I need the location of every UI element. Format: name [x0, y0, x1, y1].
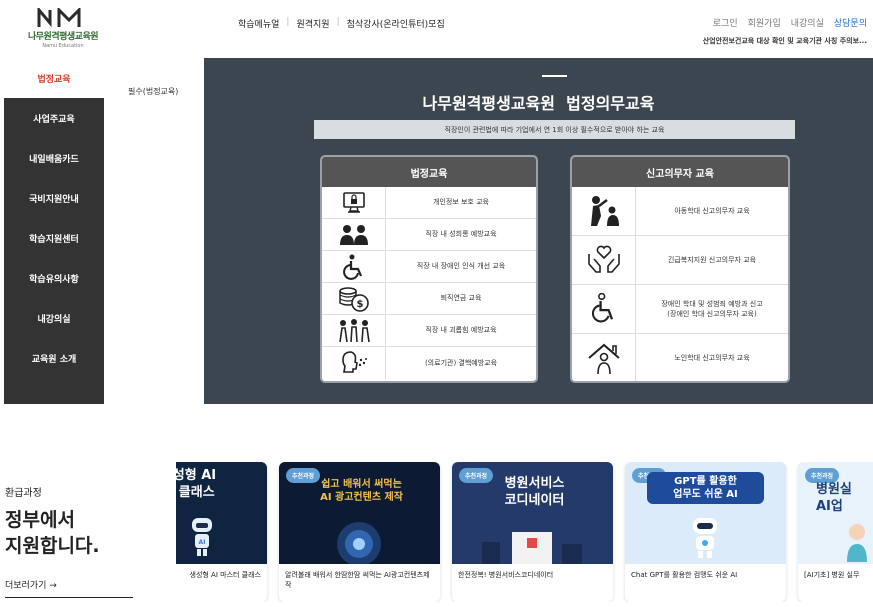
sidebar-item-learning-center[interactable]: 학습지원센터 — [4, 218, 104, 258]
main-title: 나무원격평생교육원 법정의무교육 — [422, 94, 655, 113]
report-row-elder[interactable]: 노인학대 신고의무자 교육 — [572, 334, 788, 381]
sub-nav-item-required[interactable]: 필수(법정교육) — [128, 86, 178, 97]
course-card-title: 생성형 AI 마스터 클래스 — [189, 571, 262, 579]
course-card[interactable]: 추천과정 병원서비스 코디네이터 한전정복! 병원서비스코디네이터 — [452, 462, 613, 602]
sidebar-item-gov-support[interactable]: 국비지원안내 — [4, 178, 104, 218]
course-card-headline: 쉽고 배워서 써먹는 AI 광고컨텐츠 제작 — [320, 479, 403, 503]
sidebar: 법정교육 사업주교육 내일배움카드 국비지원안내 학습지원센터 학습유의사항 내… — [4, 58, 104, 404]
nav-separator: | — [336, 17, 340, 27]
course-card-image: 추천과정 병원실 AI업 — [798, 462, 873, 564]
sidebar-item-my-classroom[interactable]: 내강의실 — [4, 298, 104, 338]
promo-kicker: 환급과정 — [5, 488, 42, 499]
logo[interactable]: 나무원격평생교육원 Namu Education — [18, 8, 108, 49]
sidebar-item-notes[interactable]: 학습유의사항 — [4, 258, 104, 298]
robot-icon — [693, 518, 717, 558]
logo-mark-icon — [37, 8, 81, 28]
legal-row-privacy[interactable]: 개인정보 보호 교육 — [322, 187, 536, 219]
course-card-image: 추천과정 쉽고 배워서 써먹는 AI 광고컨텐츠 제작 — [279, 462, 440, 564]
legal-education-box: 법정교육 개인정보 보호 교육 직장 내 성희롱 예방교육 직장 내 장애인 인… — [320, 155, 538, 383]
robot-icon: AI — [192, 518, 212, 556]
legal-row-label: 직장 내 성희롱 예방교육 — [425, 230, 497, 239]
course-card-image: 추천과정 GPT를 활용한 업무도 쉬운 AI — [625, 462, 786, 564]
promo-headline: 정부에서 지원합니다. — [5, 508, 100, 559]
course-card[interactable]: 추천과정 GPT를 활용한 업무도 쉬운 AI Chat GPT를 활용한 컴맹… — [625, 462, 786, 602]
cough-icon — [322, 347, 386, 379]
nav-manual[interactable]: 학습메뉴얼 — [238, 17, 279, 30]
legal-row-harassment[interactable]: 직장 내 성희롱 예방교육 — [322, 219, 536, 251]
legal-row-label: 직장 내 괴롭힘 예방교육 — [425, 326, 497, 335]
reporter-education-box: 신고의무자 교육 아동학대 신고의무자 교육 긴급복지지원 신고의무자 교육 장… — [570, 155, 790, 383]
see-more-link[interactable]: 더보러가기 → — [5, 578, 133, 598]
report-row-child[interactable]: 아동학대 신고의무자 교육 — [572, 187, 788, 236]
nav-separator: | — [286, 17, 290, 27]
course-card[interactable]: 추천과정 병원실 AI업 [AI기초] 병원 실무 — [798, 462, 873, 602]
course-card-image: 생성형 AI 터 클래스 AI — [176, 462, 267, 564]
reporter-education-heading: 신고의무자 교육 — [572, 157, 788, 187]
report-row-label: 긴급복지지원 신고의무자 교육 — [667, 255, 757, 264]
legal-row-label: 퇴직연금 교육 — [440, 294, 482, 303]
main-subtitle: 직장인이 관련법에 따라 기업에서 연 1회 이상 필수적으로 받아야 하는 교… — [314, 120, 795, 139]
report-row-label: 아동학대 신고의무자 교육 — [674, 206, 750, 215]
recommended-badge: 추천과정 — [805, 468, 840, 483]
my-classroom-link[interactable]: 내강의실 — [791, 16, 824, 29]
promo-headline-line: 정부에서 — [5, 509, 75, 531]
wheelchair-icon — [322, 251, 386, 282]
course-card-title: Chat GPT를 활용한 컴맹도 쉬운 AI — [631, 571, 738, 579]
page: 나무원격평생교육원 Namu Education 학습메뉴얼 | 원격지원 | … — [0, 0, 873, 607]
report-row-label: 장애인 학대 및 성범죄 예방과 신고 (장애인 학대 신고의무자 교육) — [661, 299, 763, 319]
coins-icon: $ — [322, 283, 386, 314]
report-row-disability[interactable]: 장애인 학대 및 성범죄 예방과 신고 (장애인 학대 신고의무자 교육) — [572, 285, 788, 334]
legal-row-label: 개인정보 보호 교육 — [433, 198, 489, 207]
legal-education-heading: 법정교육 — [322, 157, 536, 187]
utility-nav: 로그인 회원가입 내강의실 상담문의 — [703, 16, 867, 29]
course-card-title: 한전정복! 병원서비스코디네이터 — [458, 571, 554, 579]
elder-house-icon — [572, 334, 636, 381]
ai-head-icon — [337, 522, 381, 564]
sidebar-item-tomorrow-card[interactable]: 내일배움카드 — [4, 138, 104, 178]
report-row-welfare[interactable]: 긴급복지지원 신고의무자 교육 — [572, 236, 788, 285]
sidebar-item-legal[interactable]: 법정교육 — [4, 58, 104, 98]
course-card-image: 추천과정 병원서비스 코디네이터 — [452, 462, 613, 564]
svg-text:AI: AI — [199, 539, 206, 546]
monitor-lock-icon — [322, 187, 386, 218]
child-abuse-icon — [572, 187, 636, 235]
nav-remote-support[interactable]: 원격지원 — [296, 17, 329, 30]
legal-row-tuberculosis[interactable]: (의료기관) 결핵예방교육 — [322, 347, 536, 379]
group-people-icon — [322, 315, 386, 346]
legal-row-label: (의료기관) 결핵예방교육 — [424, 358, 498, 367]
legal-row-label: 직장 내 장애인 인식 개선 교육 — [416, 262, 506, 271]
course-card-headline: 병원서비스 코디네이터 — [504, 476, 565, 508]
course-card-title: 알려볼래 배워서 한땀한땀 써먹는 AI광고컨텐츠제작 — [285, 571, 430, 590]
legal-row-pension[interactable]: $ 퇴직연금 교육 — [322, 283, 536, 315]
promo-headline-line: 지원합니다. — [5, 534, 100, 557]
logo-text: 나무원격평생교육원 — [27, 32, 99, 42]
legal-row-disability[interactable]: 직장 내 장애인 인식 개선 교육 — [322, 251, 536, 283]
logo-subtext: Namu Education — [42, 43, 84, 49]
svg-text:$: $ — [356, 299, 363, 310]
course-card[interactable]: 추천과정 쉽고 배워서 써먹는 AI 광고컨텐츠 제작 알려볼래 배워서 한땀한… — [279, 462, 440, 602]
heart-hands-icon — [572, 236, 636, 284]
people-talking-icon — [322, 219, 386, 250]
main-panel: 나무원격평생교육원 법정의무교육 직장인이 관련법에 따라 기업에서 연 1회 … — [204, 58, 873, 404]
signup-link[interactable]: 회원가입 — [748, 16, 781, 29]
wheelchair-icon — [572, 285, 636, 333]
course-card-headline: 생성형 AI 터 클래스 — [176, 468, 217, 500]
top-nav: 학습메뉴얼 | 원격지원 | 첨삭강사(온라인튜터)모집 — [238, 17, 445, 30]
course-card[interactable]: 생성형 AI 터 클래스 AI 생성형 AI 마스터 클래스 — [176, 462, 267, 602]
report-row-label: 노인학대 신고의무자 교육 — [674, 354, 750, 363]
legal-row-bullying[interactable]: 직장 내 괴롭힘 예방교육 — [322, 315, 536, 347]
nurse-icon — [847, 524, 867, 562]
course-card-title: [AI기초] 병원 실무 — [804, 571, 860, 579]
course-card-headline: GPT를 활용한 업무도 쉬운 AI — [647, 472, 764, 504]
course-carousel[interactable]: 생성형 AI 터 클래스 AI 생성형 AI 마스터 클래스 추천과정 쉽고 배… — [176, 462, 873, 602]
sidebar-item-employer[interactable]: 사업주교육 — [4, 98, 104, 138]
nav-tutor-recruit[interactable]: 첨삭강사(온라인튜터)모집 — [347, 17, 445, 30]
sidebar-item-about[interactable]: 교육원 소개 — [4, 338, 104, 378]
hospital-building-icon — [482, 532, 582, 564]
notice-ticker[interactable]: 산업안전보건교육 대상 확인 및 교육기관 사칭 주의보... — [703, 36, 867, 46]
course-card-headline: 병원실 AI업 — [816, 482, 852, 514]
consult-link[interactable]: 상담문의 — [834, 16, 867, 29]
login-link[interactable]: 로그인 — [713, 16, 738, 29]
title-decoration — [542, 75, 567, 77]
